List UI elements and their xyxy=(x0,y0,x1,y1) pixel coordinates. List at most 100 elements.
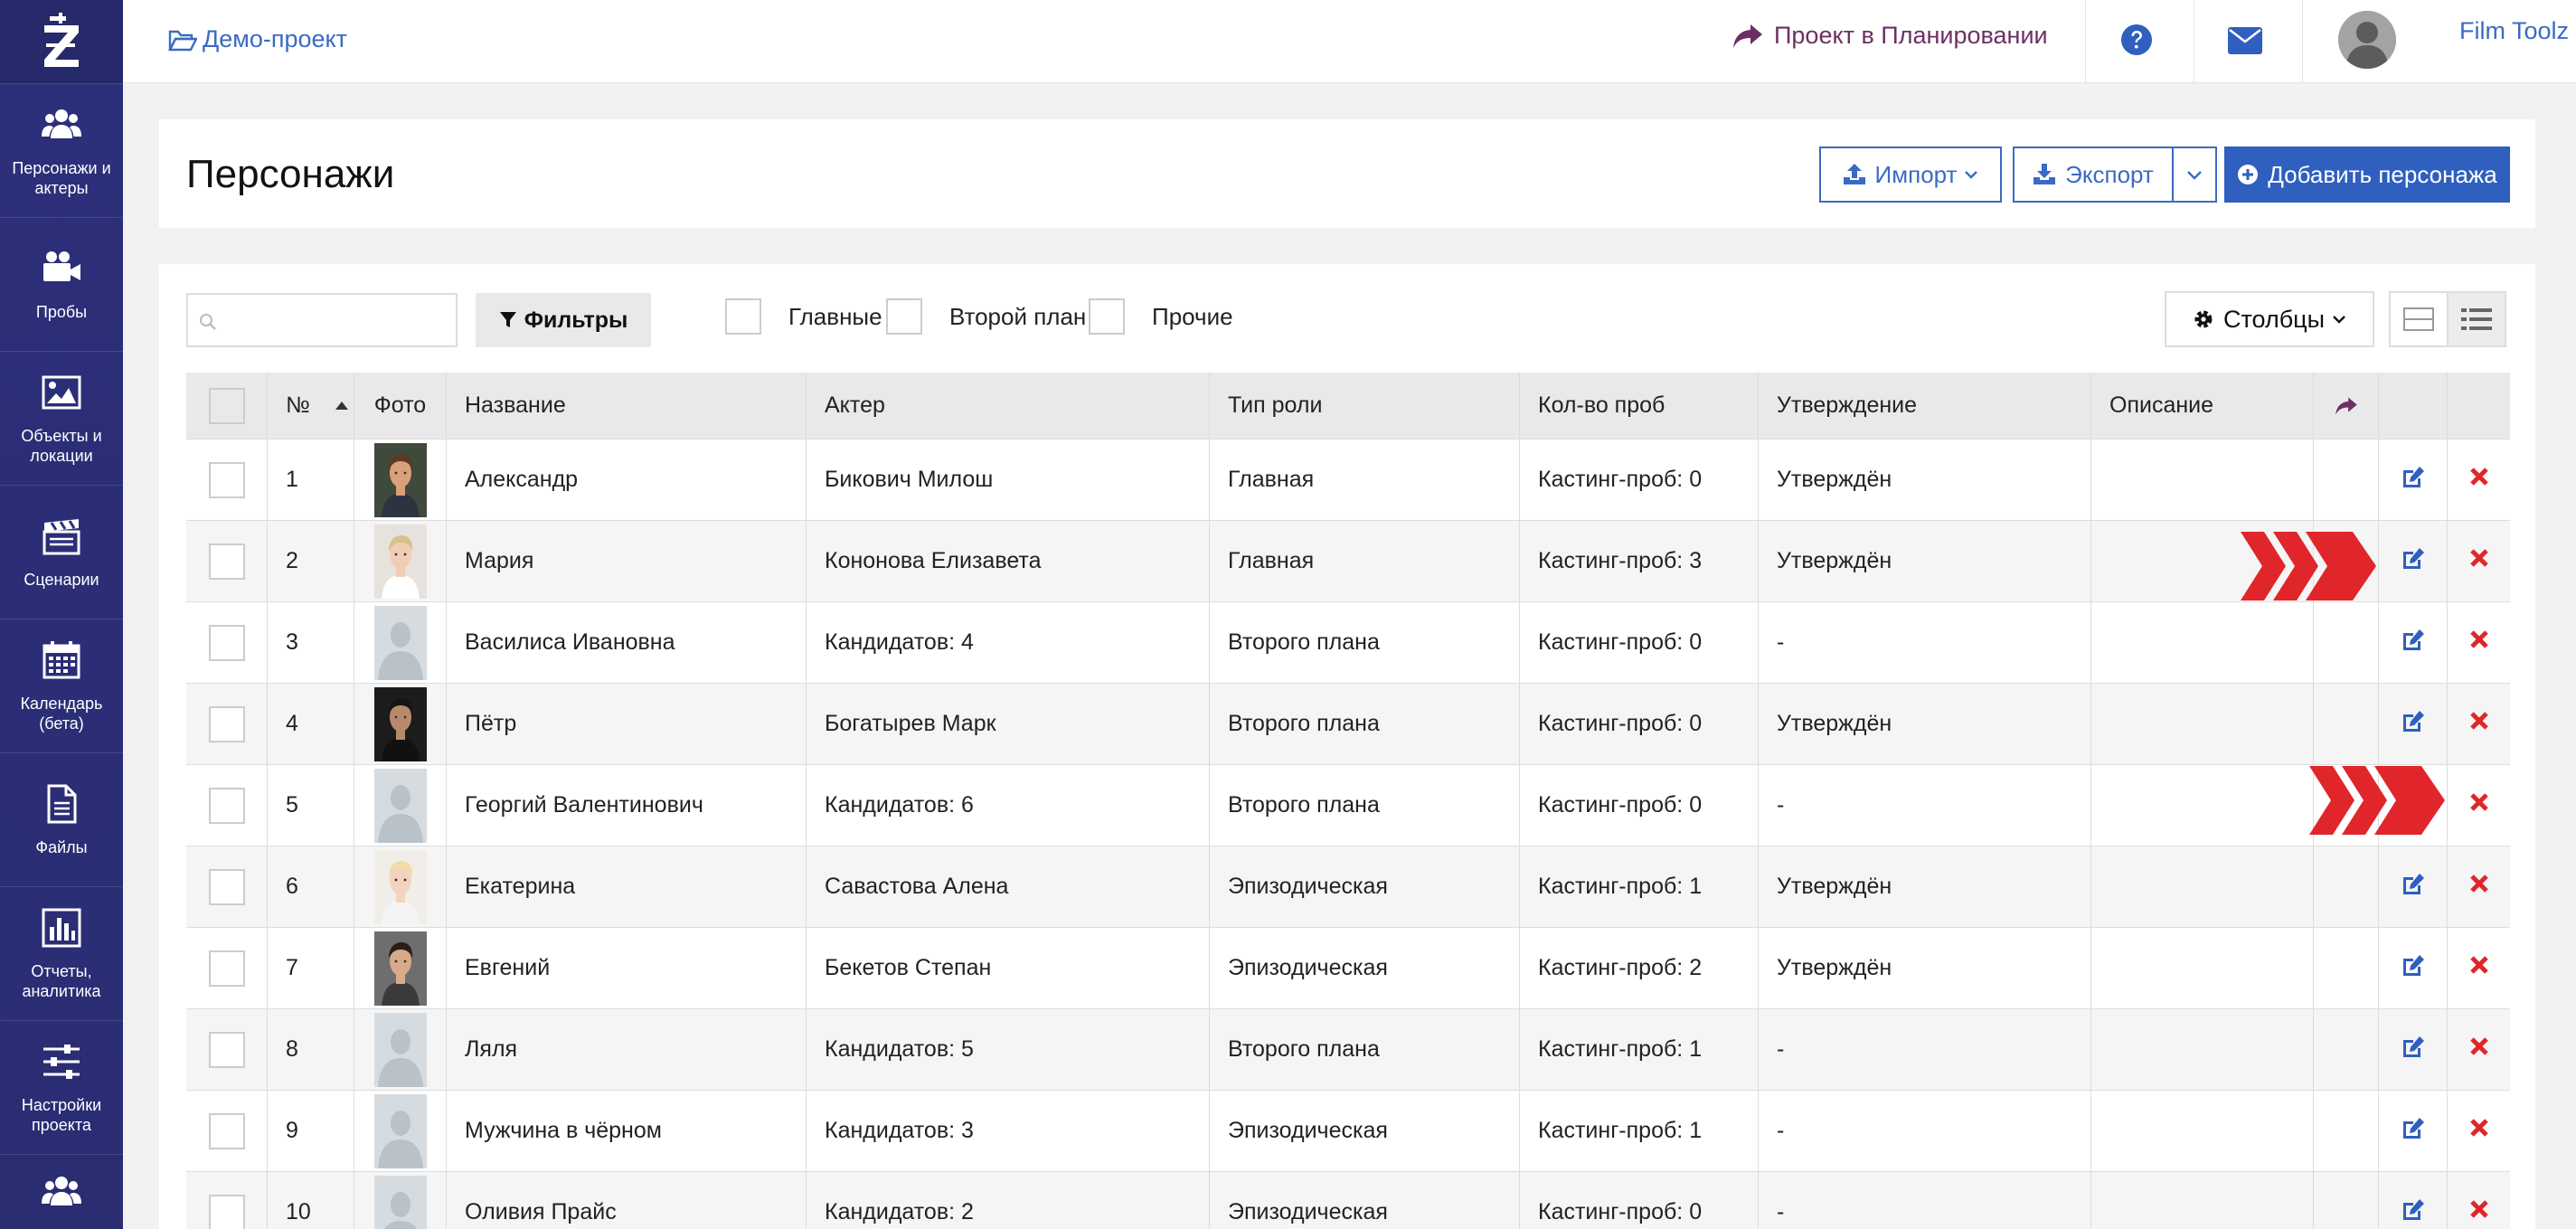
view-cards-toggle[interactable] xyxy=(2389,291,2449,347)
cell-photo[interactable] xyxy=(354,440,447,520)
cell-photo[interactable] xyxy=(354,1009,447,1090)
row-checkbox[interactable] xyxy=(208,543,245,580)
cell-actor[interactable]: Кононова Елизавета xyxy=(807,521,1210,601)
header-test-count[interactable]: Кол-во проб xyxy=(1520,373,1759,439)
cell-photo[interactable] xyxy=(354,521,447,601)
cell-name[interactable]: Василиса Ивановна xyxy=(447,602,807,683)
actor-photo[interactable] xyxy=(373,442,427,517)
header-select-all[interactable] xyxy=(186,373,268,439)
export-button[interactable]: Экспорт xyxy=(2013,147,2174,203)
row-checkbox[interactable] xyxy=(208,950,245,987)
cell-actor[interactable]: Савастова Алена xyxy=(807,846,1210,927)
cell-actor[interactable]: Кандидатов: 4 xyxy=(807,602,1210,683)
cell-actor[interactable]: Бикович Милош xyxy=(807,440,1210,520)
messages-button[interactable] xyxy=(2228,27,2262,59)
edit-button[interactable] xyxy=(2379,1009,2448,1090)
edit-button[interactable] xyxy=(2379,602,2448,683)
cell-actor[interactable]: Кандидатов: 5 xyxy=(807,1009,1210,1090)
actor-photo[interactable] xyxy=(373,849,427,924)
placeholder-avatar[interactable] xyxy=(373,1175,427,1229)
edit-button[interactable] xyxy=(2379,1091,2448,1171)
edit-button[interactable] xyxy=(2379,521,2448,601)
table-row[interactable]: 6 Екатерина Савастова Алена Эпизодическа… xyxy=(186,846,2510,928)
user-menu[interactable]: Film Toolz xyxy=(2338,11,2569,69)
filter-other[interactable]: Прочие xyxy=(1089,298,1233,335)
delete-button[interactable] xyxy=(2448,684,2510,764)
actor-photo[interactable] xyxy=(373,931,427,1006)
table-row[interactable]: 3 Василиса Ивановна Кандидатов: 4 Второг… xyxy=(186,602,2510,684)
cell-photo[interactable] xyxy=(354,846,447,927)
header-description[interactable]: Описание xyxy=(2091,373,2314,439)
sidebar-item-clapperboard[interactable]: Сценарии xyxy=(0,485,123,619)
delete-button[interactable] xyxy=(2448,1091,2510,1171)
row-checkbox[interactable] xyxy=(208,1112,245,1149)
cell-name[interactable]: Пётр xyxy=(447,684,807,764)
placeholder-avatar[interactable] xyxy=(373,605,427,680)
actor-photo[interactable] xyxy=(373,686,427,761)
header-number[interactable]: № xyxy=(268,373,354,439)
export-dropdown-button[interactable] xyxy=(2172,147,2217,203)
cell-name[interactable]: Мария xyxy=(447,521,807,601)
cell-photo[interactable] xyxy=(354,1091,447,1171)
delete-button[interactable] xyxy=(2448,1172,2510,1229)
row-checkbox[interactable] xyxy=(208,705,245,742)
delete-button[interactable] xyxy=(2448,928,2510,1008)
delete-button[interactable] xyxy=(2448,765,2510,846)
table-row[interactable]: 8 Ляля Кандидатов: 5 Второго плана Касти… xyxy=(186,1009,2510,1091)
table-row[interactable]: 7 Евгений Бекетов Степан Эпизодическая К… xyxy=(186,928,2510,1009)
checkbox[interactable] xyxy=(886,298,922,335)
select-all-checkbox[interactable] xyxy=(208,387,245,424)
row-select[interactable] xyxy=(186,1009,268,1090)
placeholder-avatar[interactable] xyxy=(373,1093,427,1168)
row-checkbox[interactable] xyxy=(208,868,245,905)
row-select[interactable] xyxy=(186,440,268,520)
sidebar-item-sliders[interactable]: Настройки проекта xyxy=(0,1020,123,1154)
row-checkbox[interactable] xyxy=(208,787,245,824)
edit-button[interactable] xyxy=(2379,846,2448,927)
add-character-button[interactable]: Добавить персонажа xyxy=(2224,147,2510,203)
row-select[interactable] xyxy=(186,1091,268,1171)
row-checkbox[interactable] xyxy=(208,1194,245,1229)
sidebar-item-file[interactable]: Файлы xyxy=(0,752,123,886)
plan-link[interactable]: Проект в Планировании xyxy=(1732,22,2048,50)
cell-name[interactable]: Евгений xyxy=(447,928,807,1008)
edit-button[interactable] xyxy=(2379,684,2448,764)
edit-button[interactable] xyxy=(2379,440,2448,520)
actor-photo[interactable] xyxy=(373,524,427,599)
cell-name[interactable]: Мужчина в чёрном xyxy=(447,1091,807,1171)
delete-button[interactable] xyxy=(2448,846,2510,927)
cell-photo[interactable] xyxy=(354,1172,447,1229)
cell-actor[interactable]: Богатырев Марк xyxy=(807,684,1210,764)
sidebar-item-image[interactable]: Объекты и локации xyxy=(0,351,123,485)
cell-name[interactable]: Александр xyxy=(447,440,807,520)
cell-name[interactable]: Оливия Прайс xyxy=(447,1172,807,1229)
filter-main[interactable]: Главные xyxy=(725,298,882,335)
sidebar-item-users[interactable] xyxy=(0,1154,123,1229)
import-button[interactable]: Импорт xyxy=(1819,147,2002,203)
table-row[interactable]: 10 Оливия Прайс Кандидатов: 2 Эпизодичес… xyxy=(186,1172,2510,1229)
header-actor[interactable]: Актер xyxy=(807,373,1210,439)
app-logo[interactable] xyxy=(0,0,123,83)
row-select[interactable] xyxy=(186,928,268,1008)
cell-photo[interactable] xyxy=(354,684,447,764)
row-checkbox[interactable] xyxy=(208,624,245,661)
sidebar-item-users[interactable]: Персонажи и актеры xyxy=(0,83,123,217)
delete-button[interactable] xyxy=(2448,440,2510,520)
cell-photo[interactable] xyxy=(354,602,447,683)
columns-button[interactable]: Столбцы xyxy=(2165,291,2374,347)
table-row[interactable]: 2 Мария Кононова Елизавета Главная Касти… xyxy=(186,521,2510,602)
row-select[interactable] xyxy=(186,846,268,927)
row-select[interactable] xyxy=(186,684,268,764)
row-select[interactable] xyxy=(186,602,268,683)
sidebar-item-video-camera[interactable]: Пробы xyxy=(0,217,123,351)
cell-photo[interactable] xyxy=(354,928,447,1008)
cell-photo[interactable] xyxy=(354,765,447,846)
table-row[interactable]: 4 Пётр Богатырев Марк Второго плана Каст… xyxy=(186,684,2510,765)
search-input[interactable] xyxy=(186,293,458,347)
cell-name[interactable]: Георгий Валентинович xyxy=(447,765,807,846)
delete-button[interactable] xyxy=(2448,602,2510,683)
cell-actor[interactable]: Бекетов Степан xyxy=(807,928,1210,1008)
cell-actor[interactable]: Кандидатов: 3 xyxy=(807,1091,1210,1171)
delete-button[interactable] xyxy=(2448,1009,2510,1090)
checkbox[interactable] xyxy=(725,298,761,335)
